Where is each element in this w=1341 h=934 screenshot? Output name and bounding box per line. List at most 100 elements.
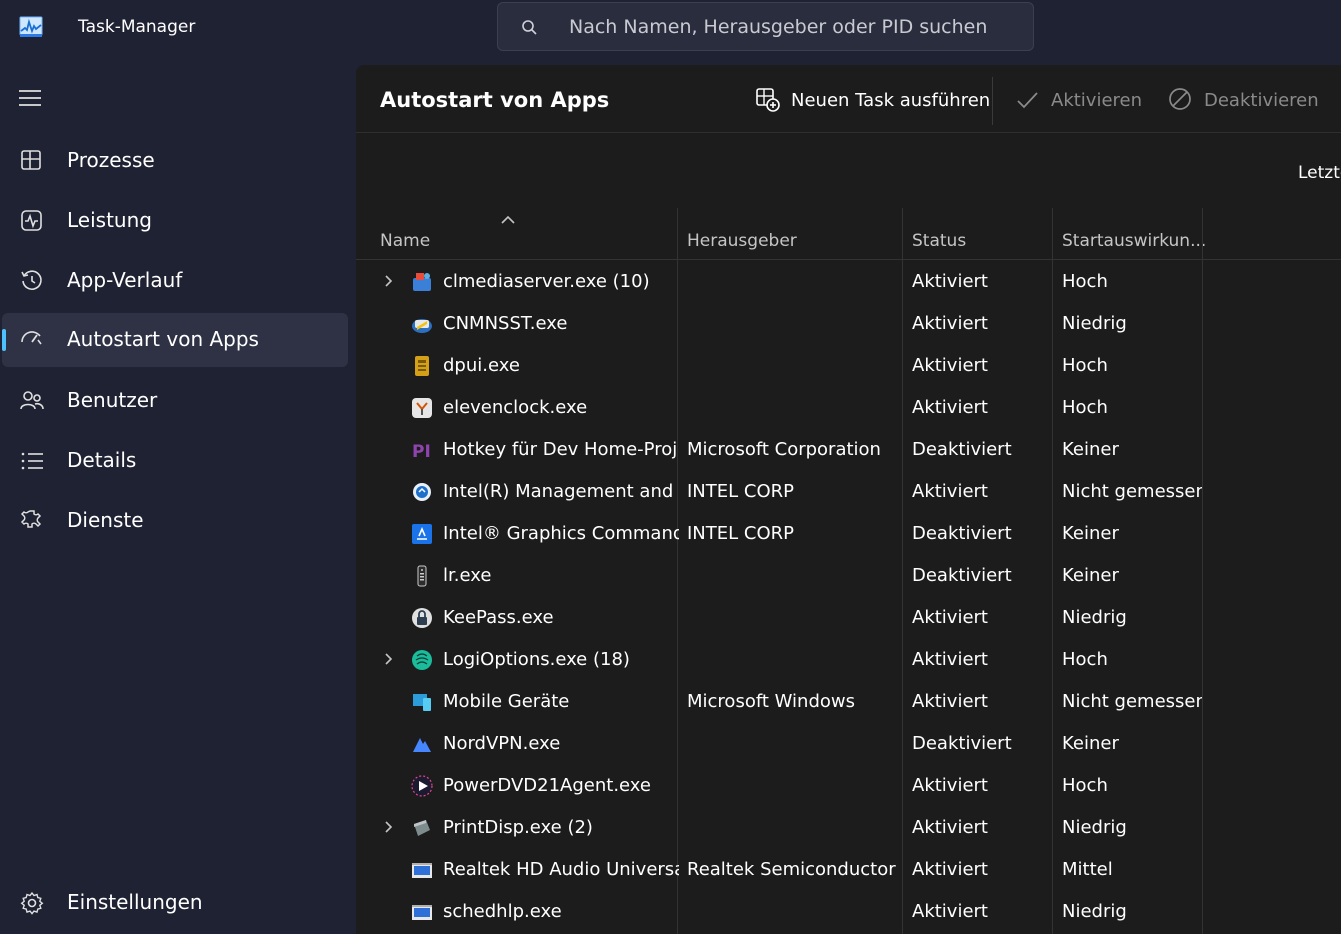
task-manager-logo-icon [19,16,43,37]
performance-icon [21,210,42,231]
table-row[interactable]: lr.exe Deaktiviert Keiner [356,555,1341,597]
cell-status: Aktiviert [912,271,988,292]
table-row[interactable]: KeePass.exe Aktiviert Niedrig [356,597,1341,639]
dpui-icon [415,356,429,376]
cell-name: KeePass.exe [443,607,554,628]
table-row[interactable]: elevenclock.exe Aktiviert Hoch [356,387,1341,429]
table-row[interactable]: clmediaserver.exe (10) Aktiviert Hoch [356,261,1341,303]
cell-impact: Niedrig [1062,313,1127,334]
table-row[interactable]: Realtek HD Audio Universa... Realtek Semi… [356,849,1341,891]
elevenclock-icon [412,398,432,418]
table-row[interactable]: NordVPN.exe Deaktiviert Keiner [356,723,1341,765]
sidebar-item-benutzer[interactable]: Benutzer [2,374,348,428]
powertoys-icon: PI [412,442,431,462]
cell-status: Aktiviert [912,355,988,376]
chevron-right-icon[interactable] [382,652,396,666]
sidebar-item-label: Autostart von Apps [67,327,259,351]
cell-impact: Hoch [1062,775,1108,796]
chevron-right-icon[interactable] [382,274,396,288]
disable-label: Deaktivieren [1204,90,1319,111]
cell-publisher: INTEL CORP [687,481,794,502]
powerdvd-icon [411,775,433,797]
chevron-right-icon[interactable] [382,820,396,834]
cell-name: Hotkey für Dev Home-Proj... [443,439,679,460]
cell-impact: Nicht gemessen [1062,481,1202,502]
sidebar-item-details[interactable]: Details [2,434,348,488]
cell-name: Intel(R) Management and ... [443,481,679,502]
disable-button[interactable]: Deaktivieren [1168,87,1328,115]
table-row[interactable]: PowerDVD21Agent.exe Aktiviert Hoch [356,765,1341,807]
cell-status: Deaktiviert [912,523,1012,544]
cell-publisher: Realtek Semiconductor [687,859,896,880]
cell-name: lr.exe [443,565,492,586]
table-row[interactable]: schedhlp.exe Aktiviert Niedrig [356,891,1341,933]
cell-impact: Keiner [1062,523,1119,544]
column-header-publisher[interactable]: Herausgeber [687,231,797,251]
table-row[interactable]: PI Hotkey für Dev Home-Proj... Microsoft C… [356,429,1341,471]
sidebar-item-einstellungen[interactable]: Einstellungen [2,876,348,930]
search-icon [522,20,537,35]
sort-ascending-icon [501,215,515,224]
column-header-status[interactable]: Status [912,231,966,251]
cell-status: Aktiviert [912,649,988,670]
sidebar-item-label: Leistung [67,208,152,232]
search-box[interactable]: Nach Namen, Herausgeber oder PID suchen [497,2,1034,51]
cell-status: Aktiviert [912,607,988,628]
details-list-icon [21,452,43,470]
cell-name: dpui.exe [443,355,520,376]
realtek-icon [412,863,432,878]
app-title: Task-Manager [78,17,196,37]
cell-name: LogiOptions.exe (18) [443,649,630,670]
cell-name: CNMNSST.exe [443,313,568,334]
cell-status: Aktiviert [912,817,988,838]
column-header-impact[interactable]: Startauswirkun... [1062,231,1206,251]
cnmnsst-icon [412,319,432,333]
cell-publisher: INTEL CORP [687,523,794,544]
sidebar-item-app-verlauf[interactable]: App-Verlauf [2,254,348,308]
cell-name: PrintDisp.exe (2) [443,817,593,838]
new-task-icon [756,88,780,112]
title-bar: Task-Manager Nach Namen, Herausgeber ode… [0,0,1341,56]
run-new-task-button[interactable]: Neuen Task ausführen [755,87,990,115]
cell-name: elevenclock.exe [443,397,588,418]
table-row[interactable]: Intel® Graphics Command... INTEL CORP Deak… [356,513,1341,555]
sidebar-item-label: Prozesse [67,148,155,172]
main-panel: Autostart von Apps Neuen Task ausführen … [356,65,1341,934]
sidebar-item-leistung[interactable]: Leistung [2,194,348,248]
mobile-devices-icon [413,694,431,711]
sidebar-item-label: App-Verlauf [67,268,183,292]
search-input[interactable]: Nach Namen, Herausgeber oder PID suchen [569,16,987,38]
sidebar-item-autostart[interactable]: Autostart von Apps [2,313,348,367]
cell-status: Deaktiviert [912,565,1012,586]
column-header-name[interactable]: Name [380,231,430,251]
cell-impact: Nicht gemessen [1062,691,1202,712]
cell-status: Aktiviert [912,859,988,880]
active-indicator [2,329,6,351]
history-icon [21,270,42,290]
hamburger-menu-icon[interactable] [19,88,43,108]
startup-apps-icon [21,331,42,345]
page-title: Autostart von Apps [380,88,610,112]
nordvpn-icon [413,738,431,752]
table-row[interactable]: CNMNSST.exe Aktiviert Niedrig [356,303,1341,345]
cell-name: clmediaserver.exe (10) [443,271,650,292]
cell-impact: Hoch [1062,649,1108,670]
settings-label: Einstellungen [67,890,203,914]
sidebar-item-dienste[interactable]: Dienste [2,494,348,548]
cell-name: Mobile Geräte [443,691,570,712]
cell-impact: Mittel [1062,859,1113,880]
cell-publisher: Microsoft Windows [687,691,855,712]
sidebar-item-prozesse[interactable]: Prozesse [2,134,348,188]
cell-name: PowerDVD21Agent.exe [443,775,651,796]
table-row[interactable]: Mobile Geräte Microsoft Windows Aktiviert N… [356,681,1341,723]
table-row[interactable]: Intel(R) Management and ... INTEL CORP Akt… [356,471,1341,513]
cell-status: Aktiviert [912,901,988,922]
enable-button[interactable]: Aktivieren [1015,87,1145,115]
table-row[interactable]: dpui.exe Aktiviert Hoch [356,345,1341,387]
block-icon [1169,88,1191,110]
table-row[interactable]: LogiOptions.exe (18) Aktiviert Hoch [356,639,1341,681]
command-bar: Autostart von Apps Neuen Task ausführen … [356,65,1341,133]
table-row[interactable]: PrintDisp.exe (2) Aktiviert Niedrig [356,807,1341,849]
cell-impact: Keiner [1062,733,1119,754]
cell-name: NordVPN.exe [443,733,561,754]
